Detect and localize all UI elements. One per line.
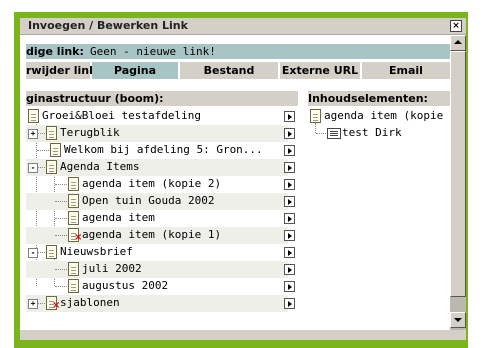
tree-item-label: Agenda Items: [60, 160, 140, 173]
content-item[interactable]: agenda item (kopie 2): [308, 108, 450, 125]
tree-item[interactable]: - Nieuwsbrief: [26, 244, 295, 261]
tab-email[interactable]: Email: [362, 62, 450, 79]
tree-item[interactable]: agenda item (kopie 2): [26, 176, 295, 193]
tree-item-label: Open tuin Gouda 2002: [82, 194, 215, 207]
page-icon: [68, 194, 79, 208]
content-item-label: agenda item (kopie 2): [324, 109, 450, 122]
dialog-body: dige link: Geen - nieuwe link! rwijder l…: [20, 35, 450, 330]
select-arrow-icon[interactable]: [284, 247, 295, 258]
current-link-bar: dige link: Geen - nieuwe link!: [26, 44, 450, 59]
select-arrow-icon[interactable]: [284, 230, 295, 241]
select-arrow-icon[interactable]: [284, 298, 295, 309]
tree-item[interactable]: Groei&Bloei testafdeling: [26, 108, 295, 125]
tree-item-label: augustus 2002: [82, 279, 169, 292]
page-icon: [28, 109, 39, 123]
select-arrow-icon[interactable]: [284, 264, 295, 275]
select-arrow-icon[interactable]: [284, 179, 295, 190]
tree-item-label: sjablonen: [60, 296, 120, 309]
tree-item[interactable]: + × sjablonen: [26, 295, 295, 312]
arrow-up-icon: [454, 40, 462, 44]
page-icon: [46, 245, 57, 259]
page-icon: [46, 160, 57, 174]
page-icon: [50, 143, 61, 157]
select-arrow-icon[interactable]: [284, 213, 295, 224]
tab-externe-url[interactable]: Externe URL: [280, 62, 362, 79]
collapse-icon[interactable]: -: [28, 163, 38, 173]
page-icon: [68, 262, 79, 276]
text-element-icon: [327, 128, 341, 139]
tree-item[interactable]: Welkom bij afdeling 5: Gron...: [26, 142, 295, 159]
tree-item-label: Welkom bij afdeling 5: Gron...: [64, 143, 263, 156]
current-link-label: dige link:: [26, 45, 84, 58]
tree-item-label: Nieuwsbrief: [60, 245, 133, 258]
vertical-scrollbar[interactable]: [450, 35, 466, 330]
title-bar: Invoegen / Bewerken Link ×: [20, 18, 466, 35]
vertical-scroll-thumb[interactable]: [450, 51, 466, 297]
arrow-down-icon: [454, 318, 462, 322]
tab-verwijder-link[interactable]: rwijder link: [26, 62, 96, 79]
page-icon: [46, 126, 57, 140]
window-title: Invoegen / Bewerken Link: [28, 19, 188, 32]
tree-item-label: agenda item (kopie 1): [82, 228, 222, 241]
contents-header: Inhoudselementen:: [308, 91, 450, 106]
tab-pagina[interactable]: Pagina: [92, 62, 180, 79]
link-type-tabs: rwijder link Pagina Bestand Externe URL …: [26, 62, 450, 79]
tree-item-label: agenda item (kopie 2): [82, 177, 222, 190]
close-icon[interactable]: ×: [450, 20, 462, 32]
page-icon: [68, 211, 79, 225]
collapse-icon[interactable]: -: [28, 248, 38, 258]
page-icon: [68, 177, 79, 191]
page-icon: [310, 109, 321, 123]
tree-item[interactable]: × agenda item (kopie 1): [26, 227, 295, 244]
tree-item-label: Groei&Bloei testafdeling: [42, 109, 201, 122]
current-link-value: Geen - nieuwe link!: [90, 45, 216, 58]
select-arrow-icon[interactable]: [284, 196, 295, 207]
tree-item-label: juli 2002: [82, 262, 142, 275]
tree-item[interactable]: Open tuin Gouda 2002: [26, 193, 295, 210]
tree-item[interactable]: + Terugblik: [26, 125, 295, 142]
tree-item[interactable]: - Agenda Items: [26, 159, 295, 176]
select-arrow-icon[interactable]: [284, 162, 295, 173]
tree-item-label: Terugblik: [60, 126, 120, 139]
select-arrow-icon[interactable]: [284, 145, 295, 156]
expand-icon[interactable]: +: [28, 129, 38, 139]
select-arrow-icon[interactable]: [284, 281, 295, 292]
link-dialog: Invoegen / Bewerken Link × dige link: Ge…: [20, 18, 466, 340]
tree-item-label: agenda item: [82, 211, 155, 224]
content-item[interactable]: test Dirk: [308, 125, 450, 142]
tree-item[interactable]: augustus 2002: [26, 278, 295, 295]
select-arrow-icon[interactable]: [284, 111, 295, 122]
scroll-down-button[interactable]: [450, 312, 466, 328]
expand-icon[interactable]: +: [28, 299, 38, 309]
scroll-up-button[interactable]: [450, 35, 466, 51]
page-icon: [68, 279, 79, 293]
tab-bestand[interactable]: Bestand: [180, 62, 280, 79]
content-item-label: test Dirk: [342, 126, 402, 139]
tree-item[interactable]: juli 2002: [26, 261, 295, 278]
tree-item[interactable]: agenda item: [26, 210, 295, 227]
tree-header: ginastructuur (boom):: [26, 91, 298, 106]
select-arrow-icon[interactable]: [284, 128, 295, 139]
